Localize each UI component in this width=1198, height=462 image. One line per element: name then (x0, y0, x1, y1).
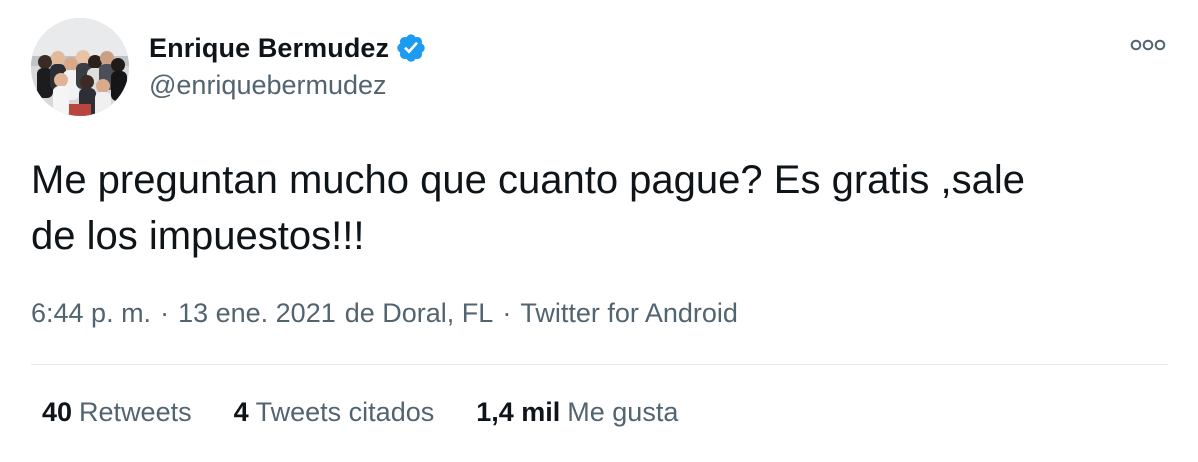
more-options-button[interactable] (1128, 32, 1168, 58)
tweet-location[interactable]: de Doral, FL (345, 298, 494, 329)
tweet-text-line-1: Me preguntan mucho que cuanto pague? Es … (31, 158, 1025, 202)
display-name[interactable]: Enrique Bermudez (149, 33, 389, 64)
retweets-label: Retweets (79, 397, 192, 427)
tweet-card: Enrique Bermudez @enriquebermudez Me pre… (0, 0, 1198, 462)
engagement-stats: 40 Retweets 4 Tweets citados 1,4 mil Me … (42, 397, 720, 428)
quote-tweets-count: 4 (233, 397, 249, 427)
likes-count: 1,4 mil (476, 397, 561, 427)
meta-separator: · (160, 298, 170, 328)
avatar[interactable] (31, 18, 129, 116)
verified-badge-icon (395, 32, 427, 64)
quote-tweets-stat[interactable]: 4 Tweets citados (234, 397, 435, 428)
tweet-source[interactable]: Twitter for Android (520, 298, 738, 329)
user-handle[interactable]: @enriquebermudez (149, 70, 387, 101)
retweets-stat[interactable]: 40 Retweets (42, 397, 192, 428)
likes-stat[interactable]: 1,4 mil Me gusta (476, 397, 678, 428)
divider (31, 364, 1168, 365)
meta-separator: · (502, 298, 512, 328)
tweet-time[interactable]: 6:44 p. m. (31, 298, 151, 329)
user-name-row: Enrique Bermudez (149, 30, 427, 66)
tweet-text-line-2: de los impuestos!!! (31, 214, 365, 258)
tweet-date[interactable]: 13 ene. 2021 (178, 298, 336, 329)
retweets-count: 40 (42, 397, 73, 427)
tweet-meta: 6:44 p. m. · 13 ene. 2021 de Doral, FL ·… (31, 298, 738, 329)
likes-label: Me gusta (567, 397, 679, 427)
more-options-icon (1130, 39, 1166, 51)
avatar-photo (31, 18, 129, 116)
tweet-text: Me preguntan mucho que cuanto pague? Es … (31, 152, 1161, 264)
quote-tweets-label: Tweets citados (255, 397, 435, 427)
